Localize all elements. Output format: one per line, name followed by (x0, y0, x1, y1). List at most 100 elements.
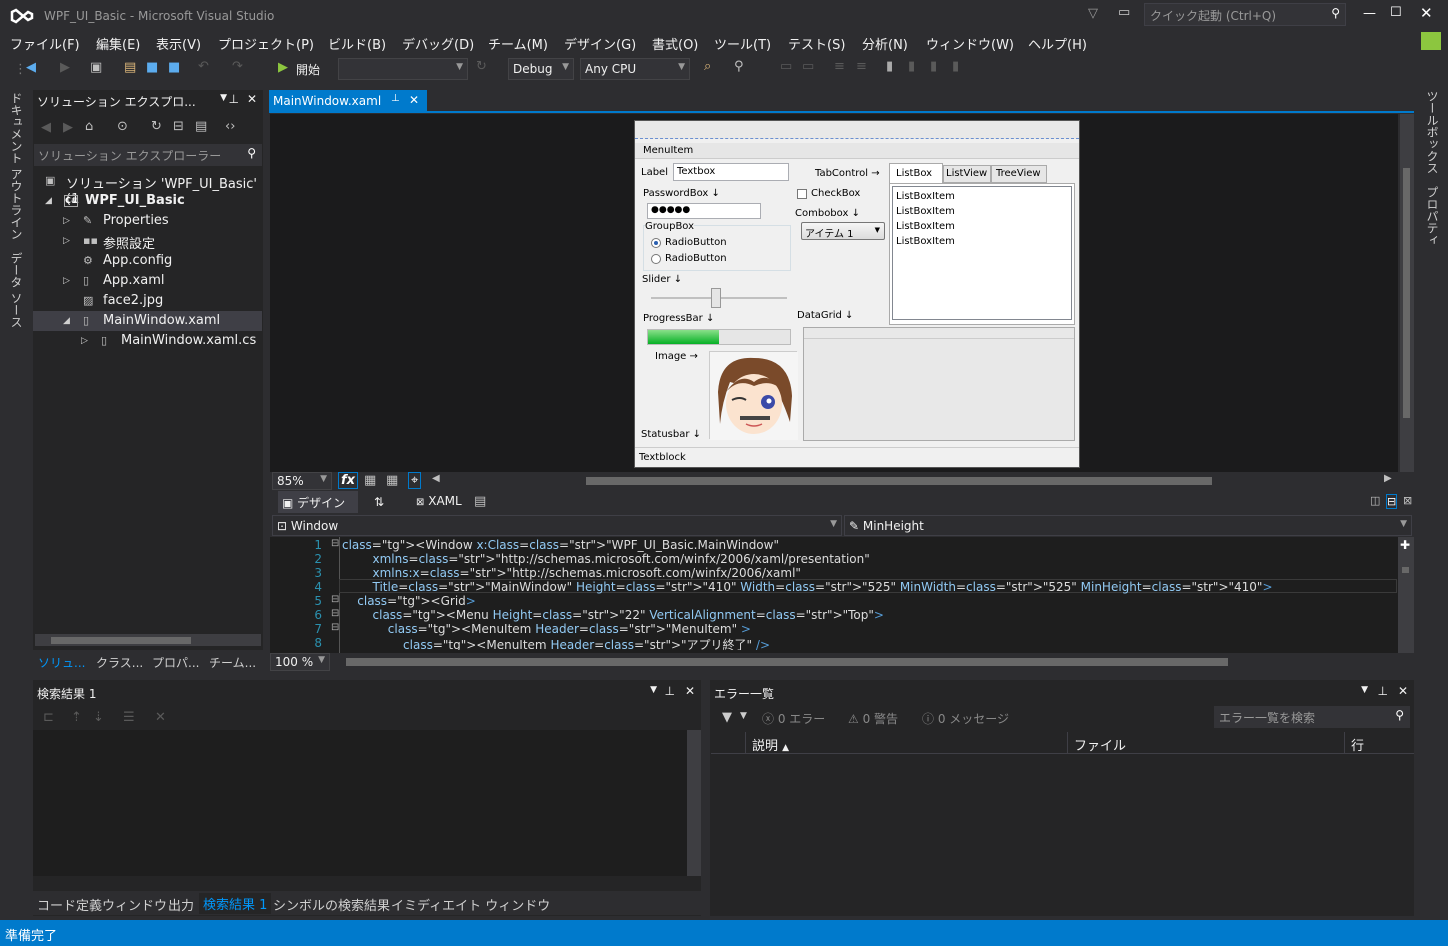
go-to-location-icon[interactable]: ⊏ (43, 710, 54, 725)
tab-find-symbol-results[interactable]: シンボルの検索結果 (273, 895, 390, 914)
align2-icon[interactable]: ▭ (802, 59, 814, 74)
expanded-icon[interactable]: ◢ (45, 196, 52, 206)
menu-project[interactable]: プロジェクト(P) (218, 34, 314, 53)
bookmark-icon[interactable]: ▮ (886, 59, 893, 74)
user-badge[interactable] (1421, 32, 1441, 50)
dropdown-icon[interactable]: ▼ (1361, 685, 1368, 695)
zoom-dropdown[interactable]: 85% ▼ (272, 472, 332, 490)
pin-icon[interactable]: ⊥ (229, 92, 239, 106)
tab-xaml[interactable]: ⊠ XAML (412, 494, 466, 516)
menu-test[interactable]: テスト(S) (788, 34, 845, 53)
wpf-checkbox[interactable]: CheckBox (811, 188, 860, 199)
start-icon[interactable]: ▶ (278, 60, 288, 75)
vertical-split-icon[interactable]: ◫ (1370, 494, 1380, 507)
code-vertical-scrollbar[interactable]: ✚ (1398, 537, 1414, 653)
sync-icon[interactable]: ↻ (151, 119, 162, 134)
vertical-scrollbar[interactable] (1400, 114, 1414, 472)
scroll-thumb[interactable] (1403, 168, 1410, 418)
stop-find-icon[interactable]: ✕ (155, 710, 166, 725)
home-icon[interactable]: ⌂ (85, 119, 93, 134)
align-icon[interactable]: ▭ (780, 59, 792, 74)
menu-debug[interactable]: デバッグ(D) (402, 34, 474, 53)
radio-checked-icon[interactable] (651, 238, 661, 248)
tab-class-view[interactable]: クラス... (96, 654, 143, 671)
horizontal-split-icon[interactable]: ⊟ (1386, 494, 1398, 509)
comment-icon[interactable]: ≡ (834, 59, 845, 74)
code-line[interactable]: xmlns=class="str">"http://schemas.micros… (342, 552, 870, 566)
swap-panes-button[interactable]: ⇅ (374, 495, 384, 509)
tab-code-definition[interactable]: コード定義ウィンドウ (37, 895, 167, 914)
messages-filter-button[interactable]: ⓘ 0 メッセージ (922, 710, 1009, 727)
configuration-dropdown[interactable]: Debug ▼ (508, 58, 574, 80)
tree-item-mainwindow-cs[interactable]: ▷ ▯ MainWindow.xaml.cs (33, 331, 262, 351)
menu-file[interactable]: ファイル(F) (10, 34, 80, 53)
tab-solution-explorer[interactable]: ソリュ... (38, 654, 85, 671)
menu-edit[interactable]: 編集(E) (96, 34, 140, 53)
property-dropdown[interactable]: ✎ MinHeight ▼ (844, 515, 1412, 536)
data-sources-tab[interactable]: データ ソース (8, 252, 25, 328)
horizontal-scrollbar[interactable] (35, 634, 261, 646)
wpf-listbox-item[interactable]: ListBoxItem (896, 236, 955, 247)
wpf-radio-2[interactable]: RadioButton (665, 253, 727, 264)
menu-analyze[interactable]: 分析(N) (862, 34, 908, 53)
collapsed-icon[interactable]: ▷ (63, 276, 70, 286)
refresh-icon[interactable]: ↻ (476, 59, 487, 74)
wpf-listbox-item[interactable]: ListBoxItem (896, 221, 955, 232)
close-icon[interactable]: ✕ (409, 93, 419, 107)
wpf-slider-thumb[interactable] (711, 288, 722, 308)
menu-team[interactable]: チーム(M) (488, 34, 548, 53)
code-line[interactable]: class="tg"><Window x:Class=class="str">"… (342, 538, 779, 552)
find-in-files-icon[interactable]: ⌕ (704, 59, 711, 74)
collapse-icon[interactable]: ⊟ (331, 622, 339, 633)
tab-output[interactable]: 出力 (168, 895, 194, 914)
pin-icon[interactable]: ⊥ (391, 93, 400, 104)
pin-icon[interactable]: ⊥ (665, 684, 675, 698)
element-dropdown[interactable]: ⊡ Window ▼ (272, 515, 842, 536)
feedback-icon[interactable]: ▭ (1118, 5, 1130, 20)
code-line[interactable]: xmlns:x=class="str">"http://schemas.micr… (342, 566, 801, 580)
find-scrollbar[interactable] (687, 730, 701, 876)
scroll-thumb[interactable] (51, 637, 191, 644)
scroll-thumb[interactable] (1402, 567, 1409, 573)
snap-lines-icon[interactable]: ⌖ (408, 472, 422, 489)
next-bookmark-icon[interactable]: ▮ (930, 59, 937, 74)
clear-all-icon[interactable]: ☰ (123, 710, 135, 725)
dropdown-icon[interactable]: ▼ (220, 93, 227, 103)
toolbox-tab[interactable]: ツールボックス (1424, 90, 1441, 174)
tree-item-app-xaml[interactable]: ▷ ▯ App.xaml (33, 271, 262, 291)
menu-help[interactable]: ヘルプ(H) (1028, 34, 1087, 53)
column-line[interactable]: 行 (1344, 732, 1414, 754)
expand-pane-icon[interactable]: ⊠ (1403, 494, 1412, 507)
tree-item-mainwindow-xaml[interactable]: ◢ ▯ MainWindow.xaml (33, 311, 262, 331)
feedback-filter-icon[interactable]: ▽ (1088, 6, 1098, 21)
menu-design[interactable]: デザイン(G) (564, 34, 636, 53)
close-icon[interactable]: ✕ (1398, 684, 1408, 698)
wpf-listbox-item[interactable]: ListBoxItem (896, 191, 955, 202)
code-line[interactable]: Title=class="str">"MainWindow" Height=cl… (342, 580, 1273, 594)
wpf-radio-1[interactable]: RadioButton (665, 237, 727, 248)
wpf-textbox[interactable]: Textbox (673, 163, 789, 181)
close-icon[interactable]: ✕ (247, 92, 257, 106)
collapsed-icon[interactable]: ▷ (81, 336, 88, 346)
open-file-icon[interactable]: ▤ (124, 60, 136, 75)
tree-item-face-jpg[interactable]: ▨ face2.jpg (33, 291, 262, 311)
uncomment-icon[interactable]: ≡ (856, 59, 867, 74)
chevron-down-icon[interactable]: ▼ (740, 711, 747, 721)
wpf-listbox-item[interactable]: ListBoxItem (896, 206, 955, 217)
errors-filter-button[interactable]: ⓧ 0 エラー (762, 710, 825, 727)
pending-changes-icon[interactable]: ⊙ (117, 119, 128, 134)
menu-view[interactable]: 表示(V) (156, 34, 201, 53)
wpf-listbox[interactable]: ListBoxItem ListBoxItem ListBoxItem List… (892, 186, 1072, 320)
next-result-icon[interactable]: ⇣ (93, 710, 104, 725)
minimize-button[interactable]: — (1363, 6, 1376, 21)
wpf-menu[interactable]: MenuItem (635, 143, 1079, 159)
view-code-icon[interactable]: ‹› (225, 119, 235, 134)
new-project-icon[interactable]: ▣ (90, 60, 102, 75)
collapse-icon[interactable]: ⊟ (331, 594, 339, 605)
wpf-tab-listview[interactable]: ListView (943, 165, 991, 183)
start-button[interactable]: 開始 (296, 61, 320, 78)
document-outline-tab[interactable]: ドキュメント アウトライン (8, 92, 25, 240)
maximize-button[interactable]: ☐ (1390, 5, 1402, 20)
forward-icon[interactable]: ▶ (60, 60, 70, 75)
menu-build[interactable]: ビルド(B) (328, 34, 386, 53)
